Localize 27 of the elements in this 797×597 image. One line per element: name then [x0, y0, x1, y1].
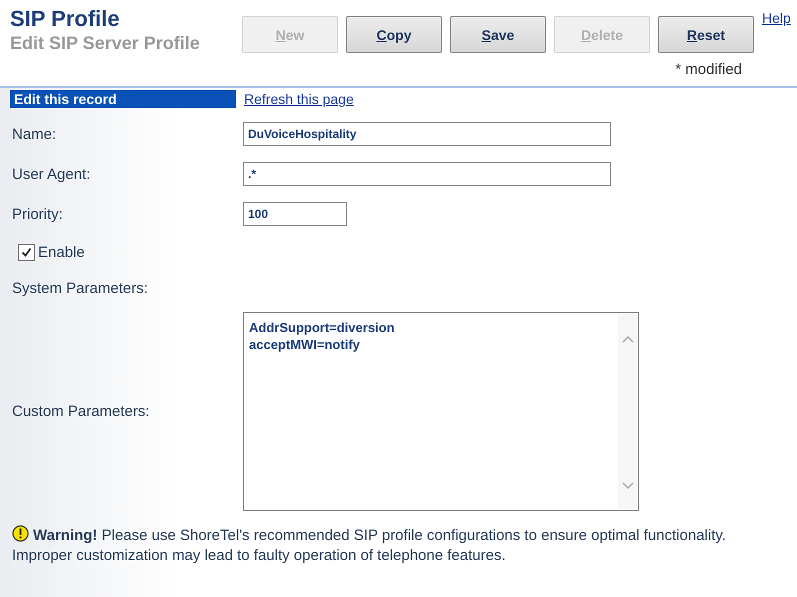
- checkbox-label: Enable: [38, 244, 85, 260]
- text-field[interactable]: 100: [243, 202, 347, 226]
- warning-message: Warning! Please use ShoreTel's recommended SIP profile configurations to ensure optimal functionality. Improper customization may lead to faulty operation of telephone features.: [12, 525, 727, 566]
- section-title-bar: Edit this record: [10, 90, 236, 108]
- text-field[interactable]: DuVoiceHospitality: [243, 122, 611, 146]
- scroll-down-icon[interactable]: [622, 482, 634, 490]
- enable-checkbox[interactable]: [18, 244, 35, 260]
- page-subtitle: Edit SIP Server Profile: [10, 32, 201, 54]
- field-label: Custom Parameters:: [12, 403, 151, 420]
- page-title: SIP Profile: [10, 6, 121, 32]
- field-label: User Agent:: [12, 166, 92, 182]
- scroll-up-icon[interactable]: [622, 335, 634, 343]
- modified-note: * modified: [675, 60, 743, 78]
- help-link[interactable]: Help: [762, 6, 791, 26]
- parameter-line: acceptMWI=notify: [249, 336, 361, 353]
- text-field[interactable]: .*: [243, 162, 611, 186]
- field-label: Name:: [12, 126, 58, 142]
- field-label: System Parameters:: [12, 278, 149, 298]
- toolbar-button[interactable]: Copy: [346, 16, 442, 53]
- toolbar-button[interactable]: Reset: [658, 16, 754, 53]
- warning-icon: [12, 525, 29, 542]
- check-icon: [21, 246, 32, 258]
- refresh-link[interactable]: Refresh this page: [244, 91, 354, 107]
- text-area[interactable]: AddrSupport=diversion acceptMWI=notify: [243, 312, 639, 511]
- field-label: Priority:: [12, 206, 64, 222]
- parameter-line: AddrSupport=diversion: [249, 319, 396, 336]
- toolbar-button[interactable]: Save: [450, 16, 546, 53]
